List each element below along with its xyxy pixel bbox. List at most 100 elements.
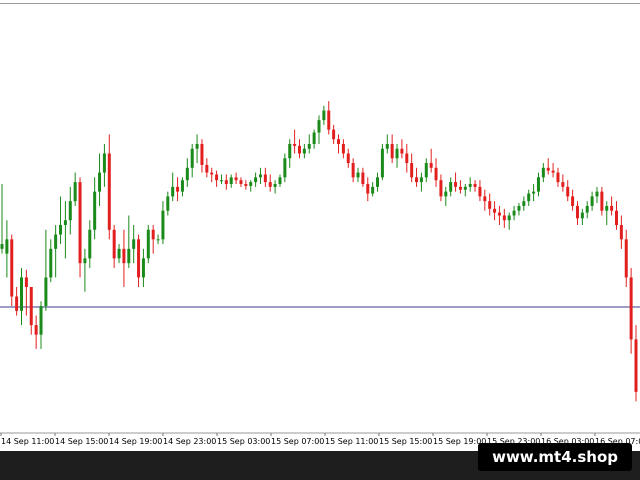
candle-body bbox=[444, 191, 448, 197]
candle bbox=[327, 101, 331, 135]
candle bbox=[546, 158, 550, 175]
candle bbox=[497, 205, 501, 226]
candle-body bbox=[332, 129, 336, 140]
candle-body bbox=[610, 205, 614, 211]
candle bbox=[483, 189, 487, 211]
candle bbox=[73, 172, 77, 206]
candle-body bbox=[502, 215, 506, 221]
candle bbox=[473, 180, 477, 192]
candle-body bbox=[517, 205, 521, 211]
candle bbox=[463, 184, 467, 197]
candle-body bbox=[244, 184, 248, 186]
candle bbox=[536, 172, 540, 197]
candle bbox=[200, 139, 204, 173]
candle-body bbox=[458, 186, 462, 190]
candle-body bbox=[49, 248, 53, 278]
candle bbox=[322, 105, 326, 125]
candle bbox=[527, 189, 531, 206]
candle-body bbox=[317, 120, 321, 133]
candle-body bbox=[273, 184, 277, 187]
candle-body bbox=[429, 163, 433, 168]
candle bbox=[395, 143, 399, 168]
candle bbox=[488, 193, 492, 216]
candlestick-chart[interactable]: 14 Sep 11:00 14 Sep 15:00 14 Sep 19:00 14 S… bbox=[0, 0, 640, 451]
candle bbox=[424, 158, 428, 183]
candle-body bbox=[434, 167, 438, 181]
candle-body bbox=[571, 196, 575, 206]
candle-body bbox=[371, 186, 375, 194]
candle-body bbox=[161, 210, 165, 240]
candle-body bbox=[102, 153, 106, 173]
candle bbox=[595, 186, 599, 204]
candle bbox=[15, 286, 19, 316]
time-axis-label: 15 Sep 15:00 bbox=[379, 437, 432, 446]
candle-body bbox=[307, 143, 311, 149]
candle bbox=[49, 239, 53, 283]
candle bbox=[556, 167, 560, 187]
candle-body bbox=[463, 186, 467, 190]
candle-body bbox=[278, 177, 282, 185]
candle bbox=[93, 177, 97, 240]
candle bbox=[122, 229, 126, 287]
candle bbox=[590, 191, 594, 211]
candle bbox=[405, 143, 409, 173]
candle-body bbox=[141, 258, 145, 278]
candle-body bbox=[229, 177, 233, 185]
candle bbox=[507, 212, 511, 230]
candle-body bbox=[575, 205, 579, 219]
candle bbox=[24, 269, 28, 316]
time-axis-label: 14 Sep 11:00 bbox=[1, 437, 54, 446]
candle-body bbox=[88, 229, 92, 259]
candle-body bbox=[561, 182, 565, 187]
candle-body bbox=[546, 167, 550, 171]
candle-body bbox=[146, 229, 150, 259]
candle-body bbox=[439, 180, 443, 197]
candle bbox=[239, 177, 243, 187]
candle-body bbox=[390, 143, 394, 159]
time-axis-label: 14 Sep 23:00 bbox=[163, 437, 216, 446]
candle-body bbox=[385, 143, 389, 149]
candle bbox=[10, 234, 14, 307]
candle bbox=[619, 215, 623, 249]
candle-body bbox=[493, 208, 497, 213]
candle-body bbox=[176, 186, 180, 192]
candle-body bbox=[527, 193, 531, 202]
candle bbox=[107, 134, 111, 240]
candle bbox=[156, 234, 160, 245]
candle-body bbox=[580, 212, 584, 219]
candle bbox=[493, 201, 497, 221]
candle-body bbox=[293, 143, 297, 146]
time-axis-label: 14 Sep 19:00 bbox=[109, 437, 162, 446]
candle-body bbox=[156, 239, 160, 241]
candle-body bbox=[83, 258, 87, 264]
candle bbox=[385, 134, 389, 154]
candle-body bbox=[171, 186, 175, 197]
candle-body bbox=[619, 225, 623, 240]
candle bbox=[258, 167, 262, 185]
candle bbox=[190, 143, 194, 178]
candle bbox=[580, 208, 584, 226]
candle-body bbox=[39, 306, 43, 335]
candle bbox=[297, 139, 301, 159]
candle bbox=[522, 196, 526, 211]
candle-body bbox=[366, 184, 370, 194]
candle bbox=[229, 174, 233, 188]
candle-body bbox=[98, 172, 102, 192]
candle-body bbox=[117, 248, 121, 259]
candle-body bbox=[585, 205, 589, 213]
candle-body bbox=[312, 132, 316, 144]
candle bbox=[332, 124, 336, 144]
candle bbox=[610, 196, 614, 216]
candle-body bbox=[532, 191, 536, 194]
candle-body bbox=[224, 180, 228, 185]
candle-body bbox=[634, 339, 638, 392]
candle bbox=[63, 201, 67, 259]
candle bbox=[429, 148, 433, 173]
candle bbox=[5, 220, 9, 278]
candle bbox=[88, 220, 92, 268]
candle-body bbox=[566, 186, 570, 197]
candle bbox=[512, 205, 516, 221]
candle bbox=[205, 158, 209, 178]
chart-window[interactable]: 14 Sep 11:00 14 Sep 15:00 14 Sep 19:00 14 S… bbox=[0, 0, 640, 451]
candle-body bbox=[337, 139, 341, 144]
